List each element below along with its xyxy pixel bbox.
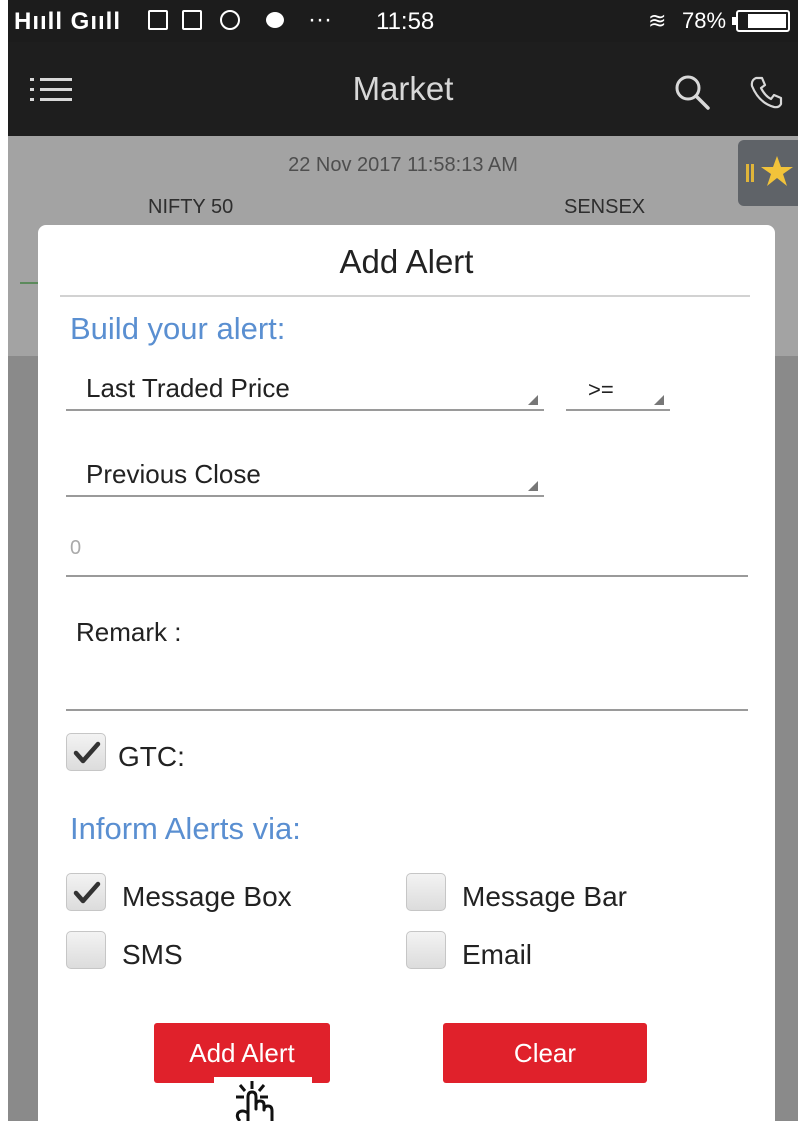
remark-input[interactable] (66, 655, 748, 711)
check-icon (73, 881, 101, 904)
notification-icon (182, 10, 202, 30)
dropdown-caret-icon (654, 395, 664, 405)
favorites-tab[interactable] (738, 140, 798, 206)
index-label-nifty: NIFTY 50 (148, 196, 234, 218)
field-dropdown[interactable]: Last Traded Price (66, 373, 544, 411)
sms-label: SMS (122, 939, 183, 970)
clock: 11:58 (376, 8, 435, 35)
message-box-checkbox[interactable] (66, 873, 106, 911)
dialog-title: Add Alert (339, 243, 474, 280)
battery-icon (732, 10, 790, 32)
message-box-label: Message Box (122, 881, 292, 912)
index-label-sensex: SENSEX (564, 196, 646, 218)
add-alert-button[interactable]: Add Alert (154, 1023, 330, 1083)
market-timestamp: 22 Nov 2017 11:58:13 AM (288, 154, 518, 176)
battery-percentage: 78% (682, 8, 727, 33)
gtc-label: GTC: (118, 741, 185, 772)
operator-dropdown-value: >= (588, 377, 614, 402)
phone-icon[interactable] (746, 72, 786, 112)
dropdown-caret-icon (528, 481, 538, 491)
build-alert-heading: Build your alert: (70, 311, 286, 346)
chat-icon (266, 12, 284, 28)
signal-icon: Hııll Gııll (14, 8, 122, 35)
inform-alerts-heading: Inform Alerts via: (70, 811, 301, 846)
message-bar-checkbox[interactable] (406, 873, 446, 911)
check-icon (73, 741, 101, 764)
more-notifications: ··· (308, 6, 332, 33)
compare-dropdown[interactable]: Previous Close (66, 459, 544, 497)
value-input[interactable] (66, 521, 748, 577)
app-bar: Market (8, 42, 798, 136)
clear-button[interactable]: Clear (443, 1023, 647, 1083)
sms-checkbox[interactable] (66, 931, 106, 969)
tap-cursor-icon (214, 1077, 312, 1121)
star-icon (761, 156, 793, 186)
field-dropdown-value: Last Traded Price (86, 373, 290, 403)
add-alert-dialog: Add Alert Build your alert: Last Traded … (38, 225, 775, 1121)
message-bar-label: Message Bar (462, 881, 627, 912)
email-checkbox[interactable] (406, 931, 446, 969)
wifi-icon: ≋ (648, 8, 667, 33)
dropdown-caret-icon (528, 395, 538, 405)
notification-icon (148, 10, 168, 30)
divider (60, 295, 750, 297)
remark-label: Remark : (76, 617, 182, 647)
status-bar: Hııll Gııll ··· 11:58 ≋ 78% (8, 0, 798, 42)
search-icon[interactable] (672, 72, 712, 112)
compare-dropdown-value: Previous Close (86, 459, 261, 489)
operator-dropdown[interactable]: >= (566, 373, 670, 411)
whatsapp-icon (220, 10, 240, 30)
email-label: Email (462, 939, 533, 970)
gtc-checkbox[interactable] (66, 733, 106, 771)
pause-icon (746, 164, 754, 182)
